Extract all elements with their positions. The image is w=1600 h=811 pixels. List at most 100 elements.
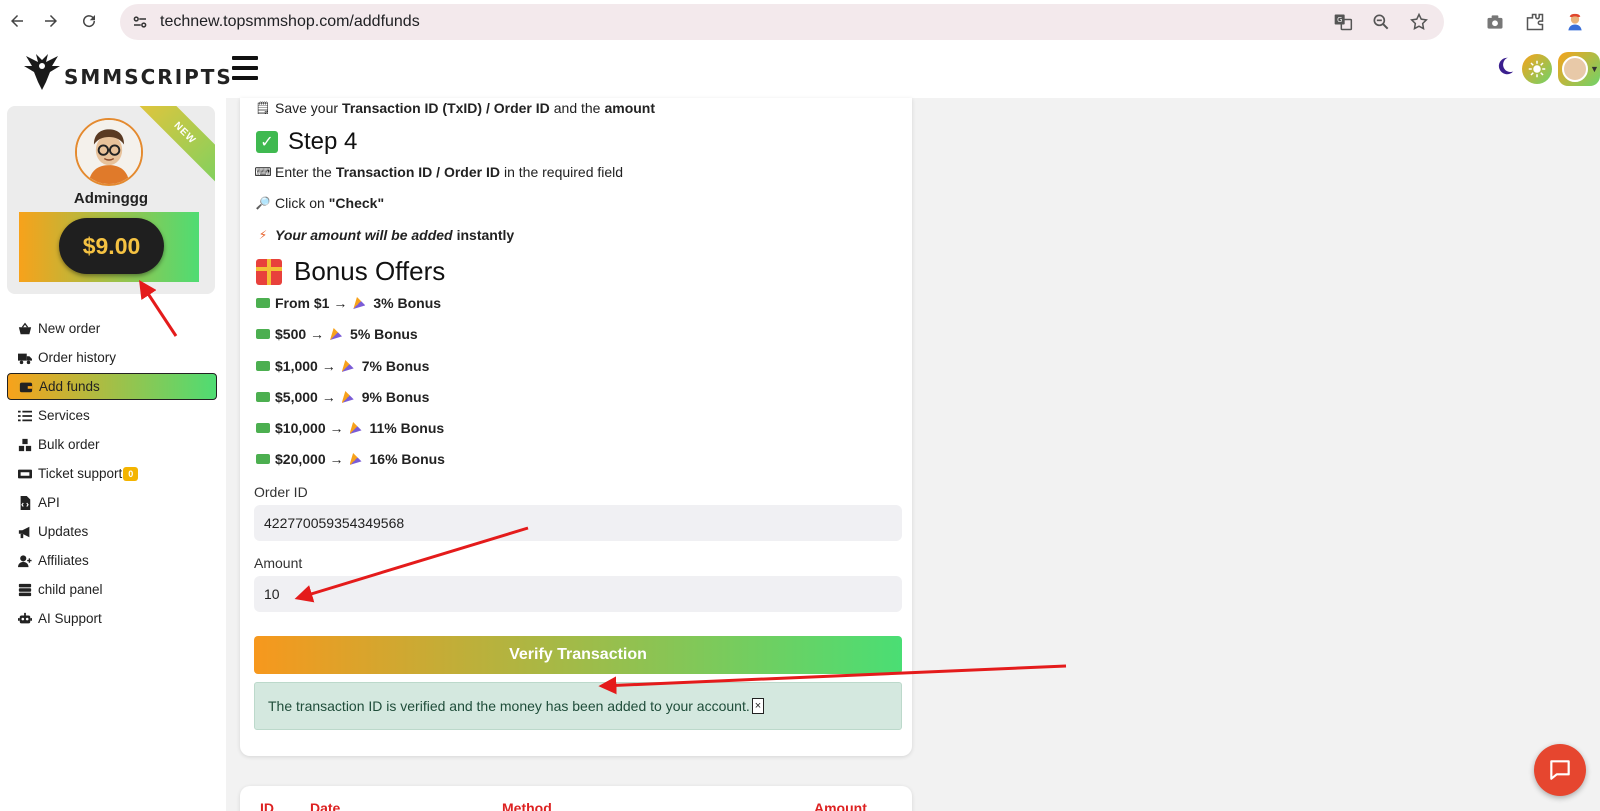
file-code-icon — [18, 495, 32, 510]
bonus-offers-heading: Bonus Offers — [256, 256, 445, 287]
add-funds-card: 🗒 Save your Transaction ID (TxID) / Orde… — [240, 98, 912, 756]
user-menu-button[interactable]: ▼ — [1558, 52, 1600, 86]
close-icon[interactable]: × — [751, 698, 765, 714]
sidebar-item-label: Updates — [38, 524, 89, 539]
sidebar-item-ai-support[interactable]: AI Support — [7, 604, 217, 633]
server-icon — [18, 583, 32, 597]
sidebar-item-updates[interactable]: Updates — [7, 517, 217, 546]
logo-text: SMMSCRIPTS — [64, 65, 233, 89]
chat-button[interactable] — [1534, 744, 1586, 796]
keyboard-icon: ⌨ — [254, 165, 272, 179]
ticket-count-badge: 0 — [123, 466, 139, 481]
table-header-amount[interactable]: Amount — [814, 800, 867, 811]
enter-txid-instruction: ⌨ Enter the Transaction ID / Order ID in… — [254, 164, 624, 180]
money-icon — [256, 329, 270, 339]
site-settings-icon[interactable] — [120, 13, 160, 31]
click-check-instruction: 🔎 Click on "Check" — [255, 195, 385, 211]
list-icon — [18, 409, 32, 423]
profile-avatar-icon[interactable] — [1564, 11, 1586, 33]
order-id-input[interactable]: 422770059354349568 — [254, 505, 902, 541]
username: Adminggg — [73, 190, 149, 207]
sidebar-item-label: Add funds — [39, 379, 100, 394]
logo[interactable]: SMMSCRIPTS — [22, 50, 233, 94]
forward-button[interactable] — [34, 4, 68, 38]
success-alert: The transaction ID is verified and the m… — [254, 682, 902, 730]
reload-icon — [83, 15, 96, 28]
check-mark-icon: ✓ — [256, 131, 278, 153]
sidebar-item-ticket-support[interactable]: Ticket support 0 — [7, 459, 217, 488]
balance-amount[interactable]: $9.00 — [59, 218, 164, 274]
money-icon — [256, 298, 270, 308]
camera-icon[interactable] — [1484, 11, 1506, 33]
table-header-id[interactable]: ID — [260, 800, 274, 811]
table-header-date[interactable]: Date — [310, 800, 340, 811]
bonus-offer-item: $5,000 → 9% Bonus — [256, 389, 429, 405]
party-popper-icon — [349, 422, 362, 434]
sidebar-item-label: API — [38, 495, 60, 510]
bookmark-star-icon[interactable] — [1408, 11, 1430, 33]
reload-button[interactable] — [72, 4, 106, 38]
balance-box: $9.00 — [19, 212, 199, 282]
dark-mode-moon-icon[interactable] — [1494, 55, 1516, 83]
money-icon — [256, 454, 270, 464]
svg-text:G: G — [1337, 16, 1342, 24]
party-popper-icon — [341, 391, 354, 403]
sidebar-item-add-funds[interactable]: Add funds — [7, 373, 217, 400]
address-bar[interactable]: technew.topsmmshop.com/addfunds G — [120, 4, 1444, 40]
sidebar-item-label: Services — [38, 408, 90, 423]
sidebar-item-order-history[interactable]: Order history — [7, 343, 217, 372]
sidebar-item-label: New order — [38, 321, 101, 336]
extensions-icon[interactable] — [1524, 11, 1546, 33]
boxes-icon — [18, 438, 32, 452]
sidebar-item-api[interactable]: API — [7, 488, 217, 517]
browser-chrome: technew.topsmmshop.com/addfunds G — [0, 0, 1600, 44]
history-table: ID Date Method Amount — [240, 786, 912, 811]
sidebar-item-child-panel[interactable]: child panel — [7, 575, 217, 604]
step-4-heading: ✓ Step 4 — [256, 128, 357, 156]
basket-icon — [18, 322, 32, 336]
save-txid-instruction: 🗒 Save your Transaction ID (TxID) / Orde… — [255, 100, 656, 116]
new-ribbon: NEW — [133, 106, 215, 185]
verify-transaction-button[interactable]: Verify Transaction — [254, 636, 902, 674]
user-plus-icon — [18, 554, 32, 568]
sidebar-item-label: Affiliates — [38, 553, 89, 568]
user-avatar — [1562, 56, 1588, 82]
order-id-label: Order ID — [254, 484, 308, 500]
url-text[interactable]: technew.topsmmshop.com/addfunds — [160, 13, 420, 31]
amount-input[interactable]: 10 — [254, 576, 902, 612]
avatar — [75, 118, 143, 186]
app-header: SMMSCRIPTS ▼ — [0, 46, 1600, 98]
bonus-offer-item: $20,000 → 16% Bonus — [256, 451, 445, 467]
sidebar-item-services[interactable]: Services — [7, 401, 217, 430]
truck-icon — [18, 351, 32, 365]
profile-card: NEW Adminggg $9.00 — [7, 106, 215, 294]
sidebar-item-label: Order history — [38, 350, 117, 365]
money-icon — [256, 361, 270, 371]
amount-label: Amount — [254, 555, 303, 571]
magnifier-icon: 🔎 — [255, 196, 271, 210]
back-button[interactable] — [0, 4, 34, 38]
robot-icon — [18, 612, 32, 626]
megaphone-icon — [18, 525, 32, 539]
lightning-icon: ⚡ — [258, 228, 268, 242]
translate-icon[interactable]: G — [1332, 11, 1354, 33]
money-icon — [256, 392, 270, 402]
arrow-left-icon — [11, 15, 23, 27]
table-header-method[interactable]: Method — [502, 800, 552, 811]
sidebar-item-label: Bulk order — [38, 437, 100, 452]
sidebar-item-bulk-order[interactable]: Bulk order — [7, 430, 217, 459]
light-mode-sun-icon[interactable] — [1522, 54, 1552, 84]
eagle-logo-icon — [24, 54, 60, 90]
arrow-right-icon — [45, 15, 57, 27]
sidebar-item-label: Ticket support — [38, 466, 123, 481]
zoom-icon[interactable] — [1370, 11, 1392, 33]
sidebar-item-new-order[interactable]: New order — [7, 314, 217, 343]
ticket-icon — [18, 467, 32, 481]
receipt-icon: 🗒 — [255, 101, 271, 115]
menu-toggle-icon[interactable] — [232, 56, 258, 80]
instant-credit-instruction: ⚡ Your amount will be added instantly — [256, 227, 518, 243]
party-popper-icon — [330, 328, 343, 340]
sidebar-item-affiliates[interactable]: Affiliates — [7, 546, 217, 575]
money-icon — [256, 423, 270, 433]
sidebar-item-label: child panel — [38, 582, 103, 597]
